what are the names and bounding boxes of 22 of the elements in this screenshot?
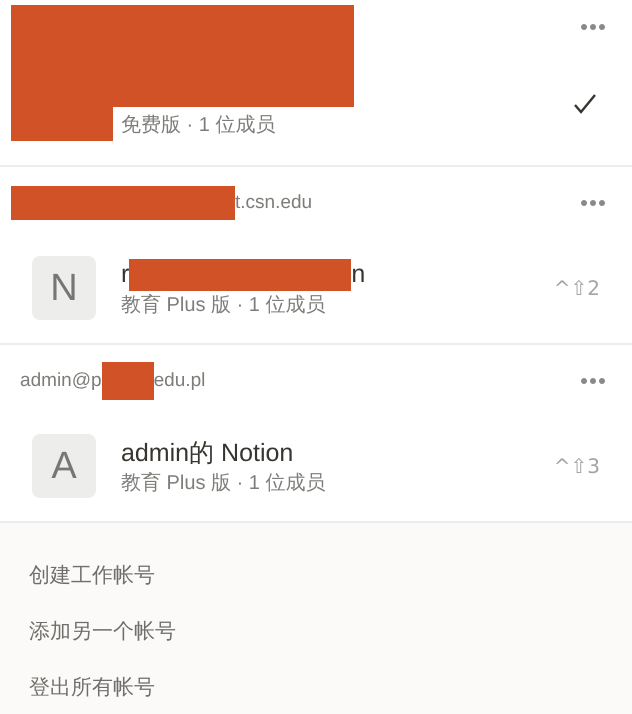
menu-action[interactable]: 登出所有帐号 <box>0 659 632 714</box>
menu-action[interactable]: 添加另一个帐号 <box>0 603 632 659</box>
account-email: edu.pl <box>154 370 206 392</box>
redaction-block <box>102 362 154 400</box>
menu-action[interactable]: 创建工作帐号 <box>0 547 632 603</box>
plan-label: 教育 Plus 版 · 1 位成员 <box>121 470 326 496</box>
account-email: admin@p <box>20 370 102 392</box>
workspace-avatar: A <box>32 434 96 498</box>
shortcut-label: ^⇧2 <box>554 276 600 300</box>
more-icon[interactable] <box>580 377 606 385</box>
shortcut-label: ^⇧3 <box>554 454 600 478</box>
workspace-name: r <box>121 260 130 289</box>
workspace-name: admin的 Notion <box>121 438 294 469</box>
workspace-name: n <box>351 260 366 289</box>
account-email: t.csn.edu <box>235 192 312 214</box>
workspace-avatar: N <box>32 256 96 320</box>
workspace-item[interactable]: A admin的 Notion 教育 Plus 版 · 1 位成员 ^⇧3 <box>0 417 632 515</box>
more-icon[interactable] <box>580 199 606 207</box>
plan-label: 教育 Plus 版 · 1 位成员 <box>121 292 326 318</box>
plan-label: 免费版 · 1 位成员 <box>121 112 276 138</box>
workspace-item[interactable]: N r n 教育 Plus 版 · 1 位成员 ^⇧2 <box>0 239 632 337</box>
more-icon[interactable] <box>580 23 606 31</box>
